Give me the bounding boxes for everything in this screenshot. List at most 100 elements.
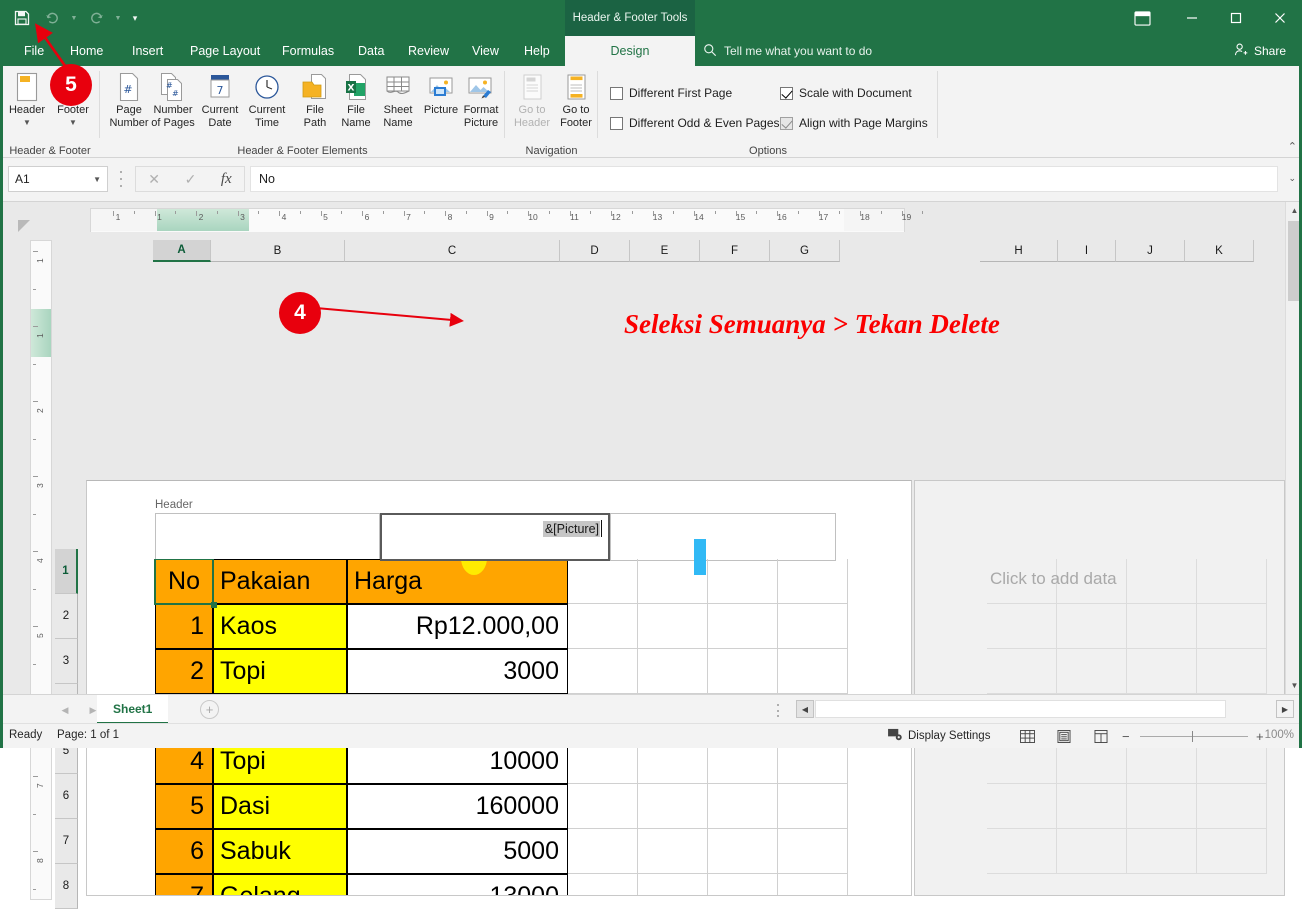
tab-view[interactable]: View [462, 36, 509, 66]
different-odd-even-checkbox[interactable]: Different Odd & Even Pages [610, 116, 780, 130]
table-row[interactable]: 13000 [347, 874, 568, 895]
table-row[interactable]: Gelang [213, 874, 347, 895]
collapse-ribbon-icon[interactable]: ⌃ [1288, 140, 1297, 153]
redo-dropdown-icon[interactable]: ▼ [112, 4, 124, 32]
ribbon-display-options-icon[interactable] [1124, 0, 1160, 36]
tab-formulas[interactable]: Formulas [272, 36, 344, 66]
formula-input[interactable]: No [250, 166, 1278, 192]
normal-view-button[interactable] [1016, 728, 1038, 745]
zoom-slider[interactable] [1140, 736, 1248, 737]
column-header-D[interactable]: D [560, 240, 630, 262]
column-header-H[interactable]: H [980, 240, 1058, 262]
current-date-button[interactable]: 7 Current Date [195, 70, 245, 136]
tab-help[interactable]: Help [514, 36, 560, 66]
number-of-pages-button[interactable]: # # Number of Pages [148, 70, 198, 136]
column-header-J[interactable]: J [1116, 240, 1185, 262]
row-header-3[interactable]: 3 [55, 639, 78, 684]
table-row[interactable]: Kaos [213, 604, 347, 649]
header-button[interactable]: Header ▼ [2, 70, 52, 136]
table-row[interactable]: 3000 [347, 649, 568, 694]
zoom-in-button[interactable]: + [1256, 729, 1264, 744]
tab-file[interactable]: File [14, 36, 54, 66]
expand-formula-bar-icon[interactable]: ⌄ [1288, 173, 1296, 184]
select-all-corner[interactable] [18, 220, 30, 232]
header-center-box[interactable]: &[Picture] [380, 513, 610, 561]
undo-dropdown-icon[interactable]: ▼ [68, 4, 80, 32]
column-header-I[interactable]: I [1058, 240, 1116, 262]
close-button[interactable] [1258, 0, 1302, 36]
table-header-harga[interactable]: Harga [347, 559, 568, 604]
table-row[interactable]: Sabuk [213, 829, 347, 874]
page-number-button[interactable]: # Page Number [104, 70, 154, 136]
save-icon[interactable] [8, 4, 36, 32]
table-row[interactable]: 5 [155, 784, 213, 829]
header-right-box[interactable] [610, 513, 836, 561]
table-row[interactable]: Rp12.000,00 [347, 604, 568, 649]
column-header-K[interactable]: K [1185, 240, 1254, 262]
table-row[interactable]: 160000 [347, 784, 568, 829]
table-header-no[interactable]: No [155, 559, 213, 604]
share-button[interactable]: Share [1234, 36, 1286, 66]
header-dropdown-icon[interactable]: ▼ [23, 117, 31, 130]
row-header-1[interactable]: 1 [55, 549, 78, 594]
undo-icon[interactable] [38, 4, 66, 32]
add-sheet-button[interactable]: + [200, 700, 219, 719]
sheet-tab-sheet1[interactable]: Sheet1 [97, 695, 169, 724]
column-header-G[interactable]: G [770, 240, 840, 262]
page-break-preview-button[interactable] [1090, 728, 1112, 745]
previous-sheet-icon[interactable]: ◀ [57, 702, 73, 718]
tab-home[interactable]: Home [60, 36, 113, 66]
column-header-E[interactable]: E [630, 240, 700, 262]
different-first-page-checkbox[interactable]: Different First Page [610, 86, 732, 100]
tab-page-layout[interactable]: Page Layout [180, 36, 270, 66]
page-layout-view-button[interactable] [1053, 728, 1075, 745]
table-row[interactable]: 7 [155, 874, 213, 895]
hscroll-right-arrow[interactable]: ▶ [1276, 700, 1294, 718]
row-header-7[interactable]: 7 [55, 819, 78, 864]
zoom-slider-thumb[interactable] [1192, 731, 1193, 742]
row-header-6[interactable]: 6 [55, 774, 78, 819]
table-row[interactable]: 1 [155, 604, 213, 649]
current-time-button[interactable]: Current Time [242, 70, 292, 136]
scale-with-document-checkbox[interactable]: Scale with Document [780, 86, 912, 100]
click-to-add-data-placeholder[interactable]: Click to add data [990, 569, 1117, 589]
tell-me-search-box[interactable]: Tell me what you want to do [703, 36, 872, 66]
horizontal-scrollbar[interactable] [815, 700, 1226, 718]
column-header-F[interactable]: F [700, 240, 770, 262]
name-box[interactable]: A1 ▼ [8, 166, 108, 192]
tab-review[interactable]: Review [398, 36, 459, 66]
enter-icon[interactable]: ✓ [185, 171, 197, 188]
table-header-pakaian[interactable]: Pakaian [213, 559, 347, 604]
table-row[interactable]: 6 [155, 829, 213, 874]
tab-design[interactable]: Design [565, 36, 695, 66]
maximize-button[interactable] [1214, 0, 1258, 36]
footer-dropdown-icon[interactable]: ▼ [69, 117, 77, 130]
name-box-resize-grip[interactable] [118, 171, 124, 187]
tab-data[interactable]: Data [348, 36, 394, 66]
zoom-out-button[interactable]: − [1122, 729, 1130, 744]
redo-icon[interactable] [82, 4, 110, 32]
cancel-icon[interactable]: ✕ [148, 171, 160, 188]
table-row[interactable]: 5000 [347, 829, 568, 874]
format-picture-button[interactable]: Format Picture [456, 70, 506, 136]
zoom-level-label[interactable]: 100% [1265, 729, 1294, 741]
column-header-A[interactable]: A [153, 240, 211, 262]
table-row[interactable]: 2 [155, 649, 213, 694]
row-header-8[interactable]: 8 [55, 864, 78, 909]
header-left-box[interactable] [155, 513, 380, 561]
table-row[interactable]: Topi [213, 649, 347, 694]
row-header-2[interactable]: 2 [55, 594, 78, 639]
insert-function-icon[interactable]: fx [221, 171, 232, 188]
column-header-B[interactable]: B [211, 240, 345, 262]
hscroll-left-arrow[interactable]: ◀ [796, 700, 814, 718]
tab-insert[interactable]: Insert [122, 36, 173, 66]
table-row[interactable]: Dasi [213, 784, 347, 829]
column-header-C[interactable]: C [345, 240, 560, 262]
minimize-button[interactable] [1170, 0, 1214, 36]
go-to-footer-button[interactable]: Go to Footer [551, 70, 601, 136]
horizontal-split-grip[interactable] [775, 704, 780, 717]
chevron-down-icon[interactable]: ▼ [93, 175, 101, 184]
fill-handle[interactable] [211, 602, 217, 608]
customize-qat-icon[interactable]: ▾ [126, 4, 144, 32]
display-settings-button[interactable]: Display Settings [888, 728, 990, 744]
